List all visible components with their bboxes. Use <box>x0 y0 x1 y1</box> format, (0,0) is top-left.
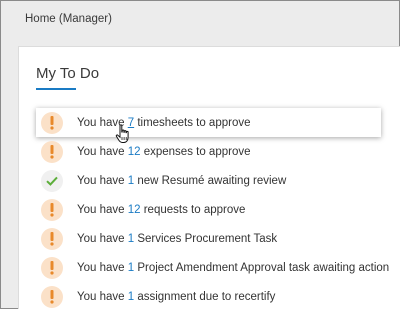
breadcrumb[interactable]: Home (Manager) <box>25 13 112 25</box>
top-bar: Home (Manager) <box>1 1 399 35</box>
exclamation-icon <box>41 198 63 221</box>
requests-count-link[interactable]: 12 <box>128 204 141 216</box>
todo-item-text: You have 1 assignment due to recertify <box>77 290 276 303</box>
exclamation-icon <box>41 256 63 279</box>
card-title: My To Do <box>36 65 100 82</box>
todo-item-requests[interactable]: You have 12 requests to approve <box>39 195 379 224</box>
todo-item-timesheets[interactable]: You have 7 timesheets to approve <box>36 108 381 137</box>
todo-item-recertify[interactable]: You have 1 assignment due to recertify <box>39 282 379 309</box>
exclamation-icon <box>41 227 63 250</box>
todo-item-text: You have 12 expenses to approve <box>77 145 251 158</box>
todo-item-text: You have 7 timesheets to approve <box>77 116 251 129</box>
hand-pointer-icon <box>115 124 129 143</box>
todo-item-services-procurement[interactable]: You have 1 Services Procurement Task <box>39 224 379 253</box>
todo-item-project-amendment[interactable]: You have 1 Project Amendment Approval ta… <box>39 253 389 282</box>
todo-item-text: You have 1 new Resumé awaiting review <box>77 174 287 187</box>
todo-item-resume[interactable]: You have 1 new Resumé awaiting review <box>39 166 379 195</box>
todo-card: My To Do You have 7 timesheets to approv… <box>18 46 400 309</box>
expenses-count-link[interactable]: 12 <box>128 146 141 158</box>
todo-item-text: You have 12 requests to approve <box>77 203 246 216</box>
checkmark-icon <box>41 169 63 192</box>
exclamation-icon <box>41 285 63 308</box>
todo-item-text: You have 1 Project Amendment Approval ta… <box>77 261 390 274</box>
todo-item-text: You have 1 Services Procurement Task <box>77 232 278 245</box>
title-underline <box>36 88 76 90</box>
todo-item-expenses[interactable]: You have 12 expenses to approve <box>39 137 379 166</box>
exclamation-icon <box>41 140 63 163</box>
exclamation-icon <box>41 111 63 134</box>
